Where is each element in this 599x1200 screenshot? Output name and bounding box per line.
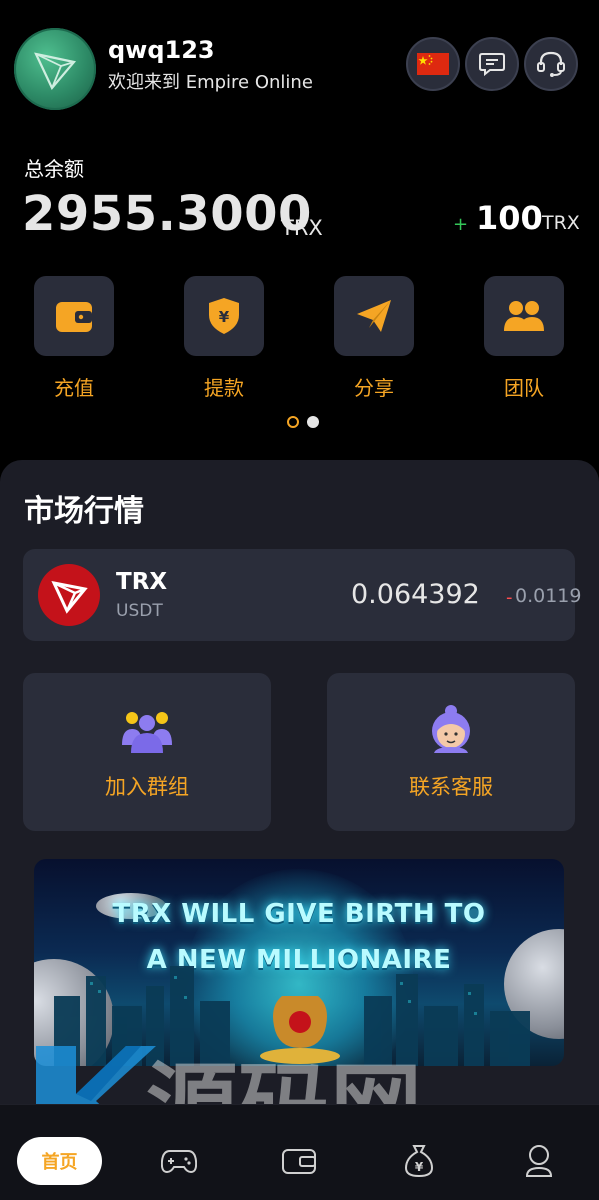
recharge-button[interactable] [34, 276, 114, 356]
support-agent-icon [432, 705, 470, 753]
bonus-sign: + [453, 214, 469, 235]
team-label: 团队 [504, 376, 544, 400]
recharge-label: 充值 [54, 376, 94, 400]
carousel-dot-active[interactable] [287, 416, 299, 428]
promo-banner[interactable]: TRX WILL GIVE BIRTH TO A NEW MILLIONAIRE [34, 859, 564, 1066]
join-group-card[interactable]: 加入群组 [23, 673, 271, 831]
language-button[interactable] [406, 37, 460, 91]
balance-value: 2955.3000 [22, 186, 312, 242]
balance-label: 总余额 [24, 157, 84, 181]
gamepad-icon [161, 1150, 197, 1174]
welcome-text: 欢迎来到 Empire Online [108, 72, 313, 93]
carousel-dot[interactable] [307, 416, 319, 428]
nav-home[interactable]: 首页 [17, 1137, 102, 1185]
bonus-unit: TRX [542, 212, 580, 234]
team-icon [504, 301, 544, 331]
nav-games[interactable] [159, 1143, 199, 1179]
svg-text:¥: ¥ [219, 308, 230, 326]
flag-cn-icon [417, 53, 449, 75]
paper-plane-icon [357, 300, 391, 332]
market-title: 市场行情 [24, 494, 144, 529]
headset-icon [537, 51, 565, 77]
contact-support-card[interactable]: 联系客服 [327, 673, 575, 831]
withdraw-label: 提款 [204, 376, 244, 400]
profile-icon [525, 1145, 553, 1177]
username: qwq123 [108, 36, 215, 64]
balance-unit: TRX [281, 216, 323, 240]
price-change: 0.0119 [515, 585, 582, 607]
bottom-nav: 首页 ¥ [0, 1104, 599, 1200]
nav-profile[interactable] [519, 1143, 559, 1179]
svg-text:¥: ¥ [415, 1160, 424, 1174]
tron-logo-icon [34, 52, 77, 91]
withdraw-button[interactable]: ¥ [184, 276, 264, 356]
money-bag-icon: ¥ [404, 1145, 434, 1178]
nav-finance[interactable]: ¥ [399, 1143, 439, 1179]
team-button[interactable] [484, 276, 564, 356]
pair-quote: USDT [116, 601, 163, 621]
banner-headline-1: TRX WILL GIVE BIRTH TO [112, 899, 486, 929]
share-label: 分享 [354, 376, 394, 400]
pair-price: 0.064392 [351, 579, 480, 610]
header: qwq123 欢迎来到 Empire Online [0, 0, 599, 140]
message-icon [479, 53, 505, 76]
trx-logo-icon [38, 564, 100, 626]
avatar[interactable] [14, 28, 96, 110]
group-icon [122, 712, 172, 753]
join-group-label: 加入群组 [105, 775, 189, 799]
share-button[interactable] [334, 276, 414, 356]
market-ticker-row[interactable]: TRX USDT 0.064392 - 0.0119 [23, 549, 581, 641]
contact-support-label: 联系客服 [409, 775, 493, 799]
bonus-value: 100 [476, 199, 543, 237]
wallet-icon [56, 302, 92, 332]
pair-base: TRX [116, 569, 168, 595]
nav-wallet[interactable] [279, 1143, 319, 1179]
shield-yen-icon: ¥ [209, 298, 239, 334]
wallet-icon [282, 1149, 316, 1174]
change-sign: - [506, 587, 513, 608]
support-button[interactable] [524, 37, 578, 91]
messages-button[interactable] [465, 37, 519, 91]
